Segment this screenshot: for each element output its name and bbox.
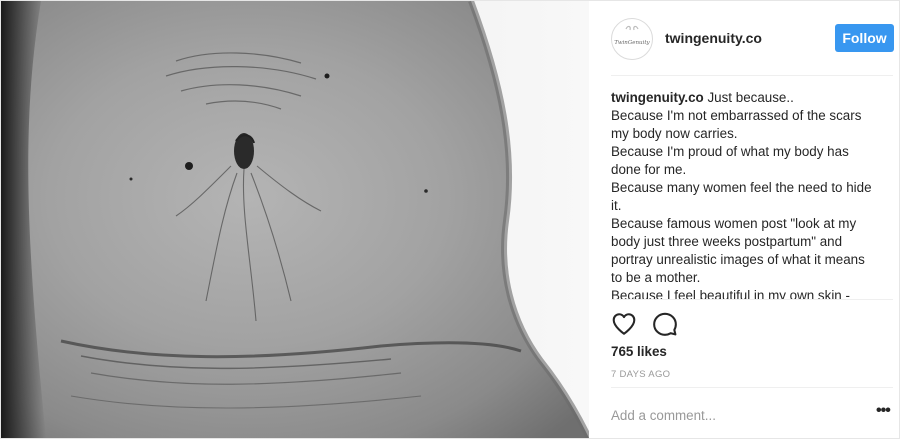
caption-text-4: done for me.: [611, 162, 687, 177]
caption-text-5: Because many women feel the need to hide: [611, 180, 872, 195]
post-timestamp[interactable]: 7 DAYS AGO: [611, 369, 670, 380]
twingenuity-logo-icon: TwinGenuity: [613, 20, 651, 58]
caption-text-3: Because I'm proud of what my body has: [611, 144, 849, 159]
post-header: TwinGenuity twingenuity.co Follow: [589, 1, 899, 75]
more-options-icon[interactable]: •••: [876, 403, 894, 423]
follow-button[interactable]: Follow: [835, 24, 894, 52]
comment-input[interactable]: [611, 405, 851, 425]
caption-text-11: Because I feel beautiful in my own skin …: [611, 288, 850, 299]
header-username[interactable]: twingenuity.co: [665, 30, 762, 46]
caption-username[interactable]: twingenuity.co: [611, 90, 704, 105]
likes-count[interactable]: 765 likes: [611, 344, 667, 359]
post-sidebar: TwinGenuity twingenuity.co Follow twinge…: [589, 1, 899, 438]
caption-text-10: to be a mother.: [611, 270, 701, 285]
caption-text-8: body just three weeks postpartum" and: [611, 234, 843, 249]
avatar[interactable]: TwinGenuity: [611, 18, 653, 60]
caption-first-line: twingenuity.co Just because..: [611, 89, 881, 107]
header-divider: [611, 75, 893, 76]
postpartum-belly-photo: [1, 1, 589, 438]
caption-text-6: it.: [611, 198, 622, 213]
heart-icon[interactable]: [611, 311, 637, 337]
post-photo[interactable]: [1, 1, 589, 438]
caption-text-7: Because famous women post "look at my: [611, 216, 857, 231]
caption-text-9: portray unrealistic images of what it me…: [611, 252, 865, 267]
avatar-logo-text: TwinGenuity: [614, 40, 650, 46]
caption-divider: [611, 299, 893, 300]
instagram-post: TwinGenuity twingenuity.co Follow twinge…: [0, 0, 900, 439]
caption-text-1: Because I'm not embarrassed of the scars: [611, 108, 862, 123]
post-caption: twingenuity.co Just because.. Because I'…: [611, 89, 881, 299]
comment-divider: [611, 387, 893, 388]
caption-text-0: Just because..: [703, 90, 794, 105]
post-actions: [611, 311, 711, 339]
caption-text-2: my body now carries.: [611, 126, 738, 141]
comment-icon[interactable]: [652, 311, 678, 337]
